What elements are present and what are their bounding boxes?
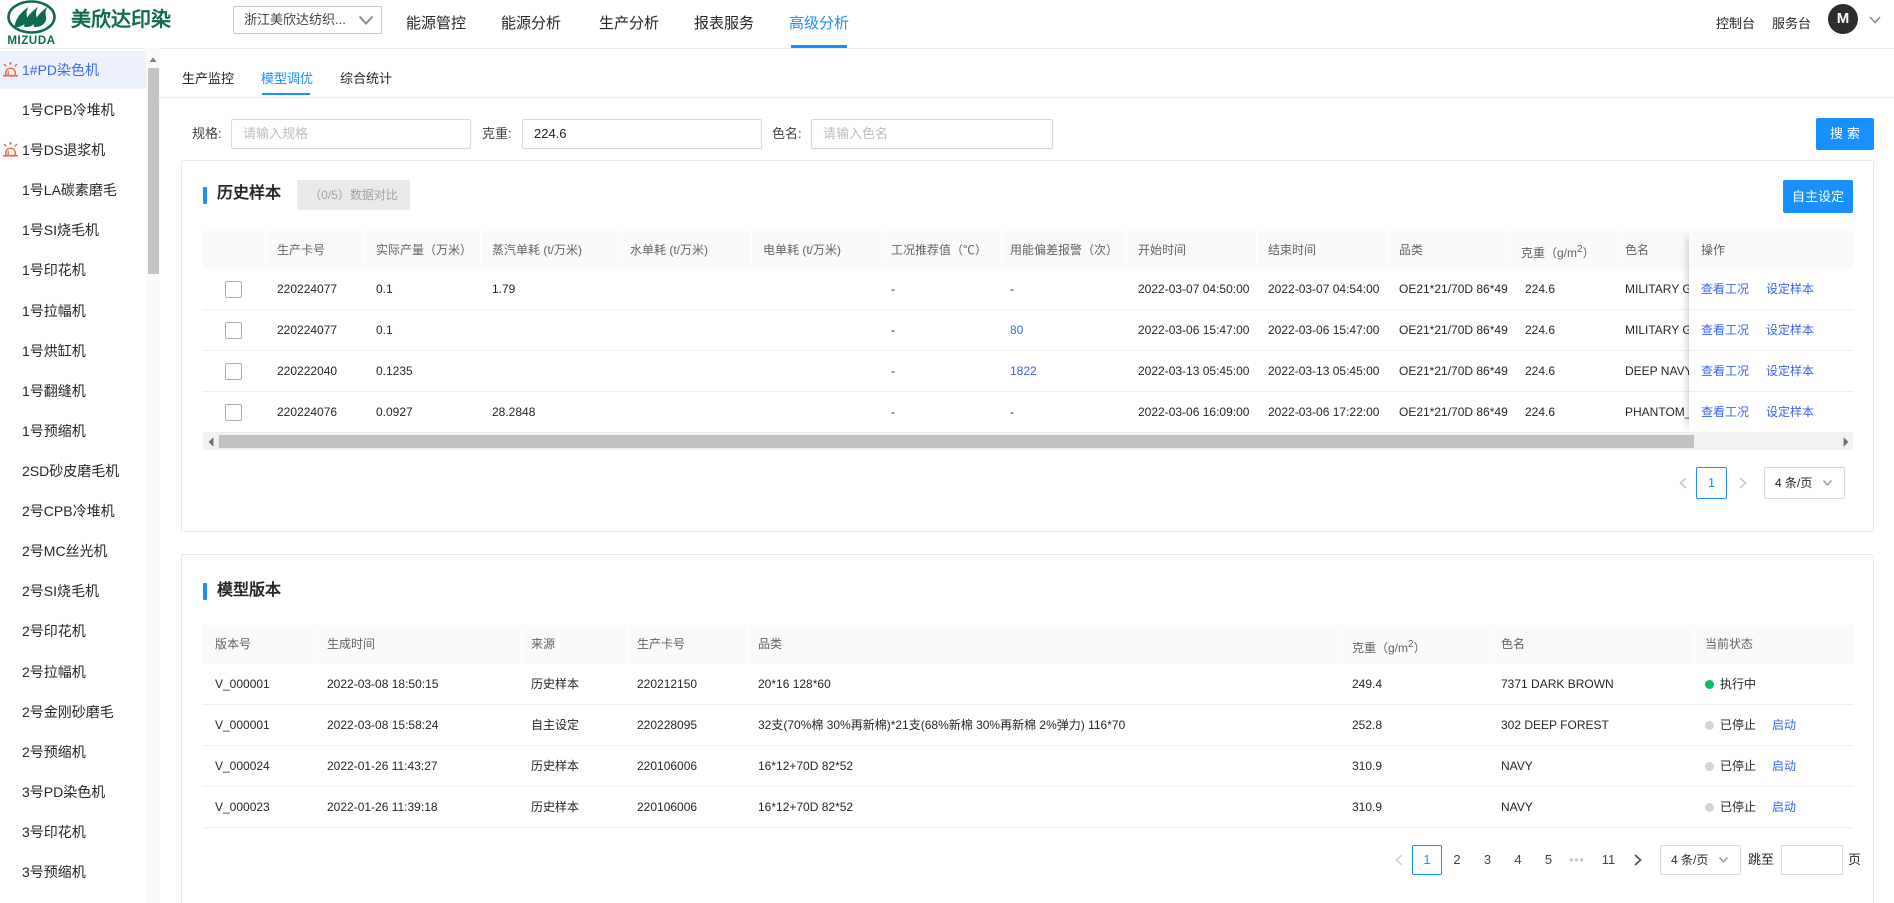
svg-text:MIZUDA: MIZUDA — [7, 35, 55, 46]
